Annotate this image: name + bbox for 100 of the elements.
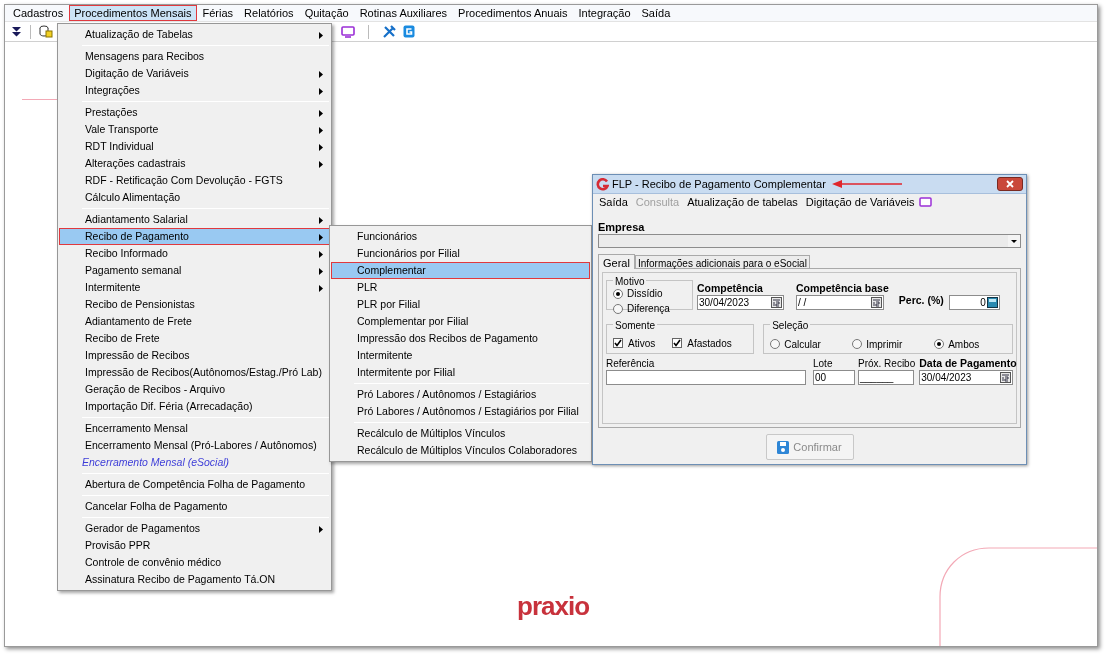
menu-item[interactable]: Complementar por Filial (331, 313, 590, 330)
menu-item[interactable]: Atualização de Tabelas (59, 26, 330, 43)
app-logo-icon[interactable] (403, 25, 415, 38)
menu-item[interactable]: Recibo de Pagamento (59, 228, 330, 245)
dropdown-field[interactable] (598, 234, 1021, 248)
menu-item[interactable]: Assinatura Recibo de Pagamento Tá.ON (59, 571, 330, 588)
save-icon (777, 440, 790, 454)
calendar-icon[interactable] (871, 297, 882, 308)
checkbox[interactable] (613, 338, 623, 348)
menu-item[interactable]: Intermitente (331, 347, 590, 364)
menu-item[interactable]: Encerramento Mensal (eSocial) (59, 454, 330, 471)
menu-item[interactable]: Recálculo de Múltiplos Vínculos (331, 425, 590, 442)
field-label: Competência (697, 282, 764, 295)
menu-item[interactable]: Digitação de Variáveis (59, 65, 330, 82)
radio-button[interactable] (770, 339, 781, 349)
menu-item[interactable]: Gerador de Pagamentos (59, 520, 330, 537)
menu-item[interactable]: Vale Transporte (59, 121, 330, 138)
app-logo-icon (596, 177, 609, 191)
input-field[interactable]: ______ (858, 370, 914, 385)
menu-item[interactable]: Digitação de Variáveis (805, 194, 915, 211)
input-field[interactable] (606, 370, 806, 385)
menu-item[interactable]: Impressão de Recibos(Autônomos/Estag./Pró Lab) (59, 364, 330, 381)
menu-item[interactable]: Mensagens para Recibos (59, 48, 330, 65)
window-title: FLP - Recibo de Pagamento Complementar (612, 176, 826, 192)
close-icon (1006, 180, 1014, 188)
option-label: Imprimir (866, 337, 903, 352)
option-label: Dissídio (627, 287, 663, 301)
logo: praxio (517, 590, 590, 623)
menu-item[interactable]: RDT Individual (59, 138, 330, 155)
radio-button[interactable] (934, 339, 945, 349)
radio-button[interactable] (852, 339, 863, 349)
menu-item[interactable]: Abertura de Competência Folha de Pagamento (59, 476, 330, 493)
database-icon[interactable] (39, 25, 53, 38)
menu-item[interactable]: Pagamento semanal (59, 262, 330, 279)
menu-item[interactable]: Intermitente (59, 279, 330, 296)
monitor-icon[interactable] (918, 197, 932, 208)
menu-item[interactable]: Quitação (299, 5, 354, 21)
tab[interactable]: Geral (598, 254, 635, 269)
close-button[interactable] (997, 177, 1023, 191)
calendar-icon[interactable] (1000, 372, 1012, 383)
menu-item[interactable]: Prestações (59, 104, 330, 121)
menu-item[interactable]: Recálculo de Múltiplos Vínculos Colaboradores (331, 442, 590, 459)
calculator-icon[interactable] (986, 297, 998, 308)
menu-item[interactable]: Saída (599, 194, 628, 211)
menu-item[interactable]: Procedimentos Mensais (69, 5, 197, 21)
menu-item[interactable]: Complementar (331, 262, 590, 279)
double-down-arrow-icon[interactable] (11, 25, 22, 38)
checkbox[interactable] (672, 338, 683, 348)
menu-item[interactable]: Recibo de Pensionistas (59, 296, 330, 313)
menu-item[interactable]: Integrações (59, 82, 330, 99)
input-field[interactable]: 0 (948, 295, 1000, 310)
menu-item[interactable]: Rotinas Auxiliares (354, 5, 453, 21)
option-label: Calcular (784, 337, 821, 352)
menu-item[interactable]: Cancelar Folha de Pagamento (59, 498, 330, 515)
input-field[interactable]: 00 (813, 370, 855, 385)
menu-item[interactable]: Cálculo Alimentação (59, 189, 330, 206)
menu-item[interactable]: Encerramento Mensal (59, 420, 330, 437)
menu-item[interactable]: Adiantamento de Frete (59, 313, 330, 330)
field-label: Empresa (598, 221, 646, 234)
menu-item[interactable]: Recibo Informado (59, 245, 330, 262)
menu-item[interactable]: Pró Labores / Autônomos / Estagiários por Filial (331, 403, 590, 420)
input-field[interactable]: 30/04/2023 (919, 370, 1014, 385)
tools-icon[interactable] (382, 24, 396, 39)
input-field[interactable]: 30/04/2023 (697, 295, 784, 310)
menu-item[interactable]: Saída (636, 5, 676, 21)
menu-item[interactable]: PLR (331, 279, 590, 296)
field-label: Perc. (%) (898, 293, 944, 309)
menu-item[interactable]: Férias (197, 5, 239, 21)
menu-item[interactable]: Pró Labores / Autônomos / Estagiários (331, 386, 590, 403)
menu-item[interactable]: Intermitente por Filial (331, 364, 590, 381)
input-field[interactable]: / / (796, 295, 884, 310)
menu-item[interactable]: Provisão PPR (59, 537, 330, 554)
menu-item[interactable]: RDF - Retificação Com Devolução - FGTS (59, 172, 330, 189)
field-label: Lote (813, 357, 834, 370)
menu-item[interactable]: Importação Dif. Féria (Arrecadação) (59, 398, 330, 415)
menu-item[interactable]: Recibo de Frete (59, 330, 330, 347)
menu-item[interactable]: Geração de Recibos - Arquivo (59, 381, 330, 398)
menu-item[interactable]: Integração (573, 5, 636, 21)
calendar-icon[interactable] (771, 297, 782, 308)
option-label: Ambos (948, 337, 980, 352)
menu-item[interactable]: Impressão de Recibos (59, 347, 330, 364)
option-label: Ativos (628, 336, 656, 351)
menu-item[interactable]: Impressão dos Recibos de Pagamento (331, 330, 590, 347)
radio-button[interactable] (613, 288, 623, 299)
monitor-icon[interactable] (341, 25, 355, 38)
menu-item[interactable]: Funcionários (331, 228, 590, 245)
menu-item[interactable]: Procedimentos Anuais (453, 5, 573, 21)
menu-item[interactable]: Cadastros (8, 5, 69, 21)
menu-item[interactable]: Adiantamento Salarial (59, 211, 330, 228)
menu-item[interactable]: PLR por Filial (331, 296, 590, 313)
radio-button[interactable] (613, 303, 623, 314)
menu-item[interactable]: Atualização de tabelas (687, 194, 798, 211)
tab[interactable]: Informações adicionais para o eSocial (634, 255, 810, 268)
menu-item[interactable]: Alterações cadastrais (59, 155, 330, 172)
field-label: Competência base (796, 282, 889, 295)
field-label: Referência (606, 357, 656, 370)
menu-item[interactable]: Controle de convênio médico (59, 554, 330, 571)
menu-item[interactable]: Relatórios (239, 5, 299, 21)
menu-item[interactable]: Encerramento Mensal (Pró-Labores / Autônomos) (59, 437, 330, 454)
menu-item[interactable]: Funcionários por Filial (331, 245, 590, 262)
